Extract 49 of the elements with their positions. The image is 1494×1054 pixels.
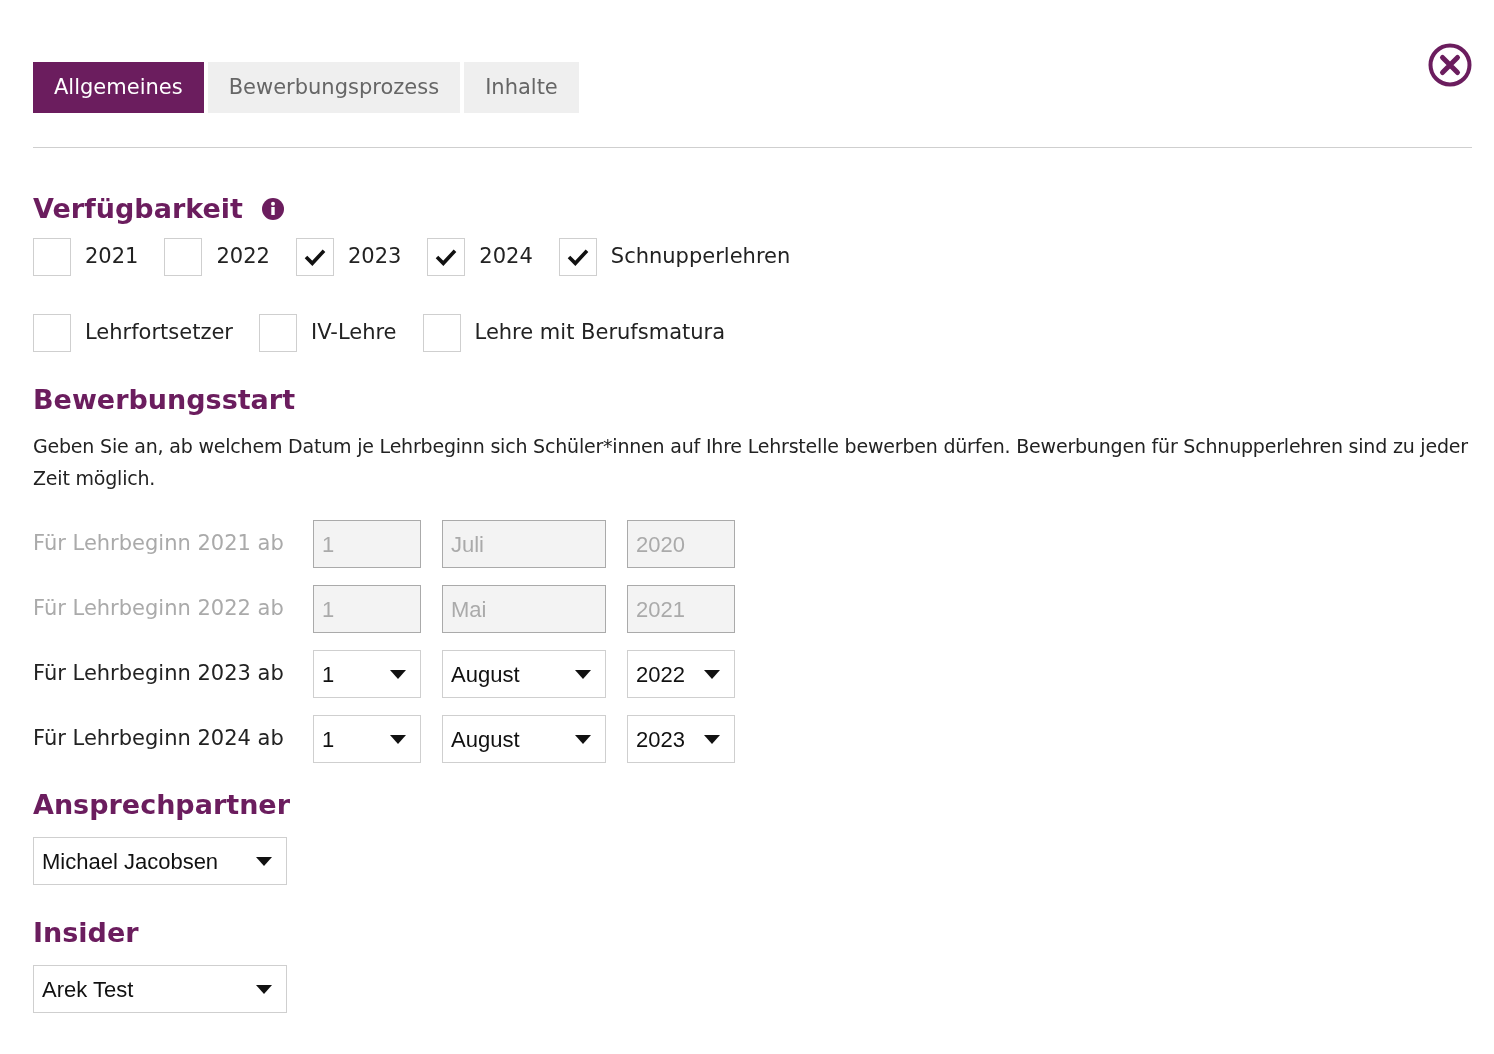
checkbox[interactable] — [33, 314, 71, 352]
tab[interactable]: Bewerbungsprozess — [207, 62, 461, 113]
day-dropdown[interactable]: 1 — [313, 715, 421, 763]
checkbox-label: 2024 — [479, 243, 533, 271]
day-dropdown[interactable]: 1 — [313, 650, 421, 698]
checkbox[interactable] — [164, 238, 203, 276]
caret-icon — [704, 734, 720, 744]
insider-dropdown[interactable]: Arek Test — [33, 965, 287, 1013]
checkbox-label: Lehre mit Berufsmatura — [474, 319, 726, 347]
checkbox-label: 2022 — [216, 243, 270, 271]
tab[interactable]: Allgemeines — [33, 62, 204, 113]
year-dropdown[interactable]: 2023 — [627, 715, 735, 763]
checkbox[interactable] — [558, 238, 597, 276]
close-button[interactable] — [1428, 43, 1472, 87]
checkbox-label: Schnupperlehren — [610, 243, 791, 271]
section-heading: Verfügbarkeit — [33, 192, 243, 226]
caret-icon — [575, 669, 591, 679]
section-heading: Insider — [33, 916, 140, 950]
checkbox[interactable] — [295, 238, 334, 276]
section-heading: Bewerbungsstart — [33, 383, 297, 417]
checkbox[interactable] — [33, 238, 71, 276]
caret-icon — [256, 856, 272, 866]
checkbox-label: Lehrfortsetzer — [85, 319, 233, 347]
year-dropdown[interactable]: 2022 — [627, 650, 735, 698]
description-text: Geben Sie an, ab welchem Datum je Lehrbeginn sich Schüler*innen auf Ihre Lehrstelle bewerben dürfen. Bewerbungen für Schnupperlehren sind zu jeder Zeit möglich. — [33, 434, 1469, 491]
month-dropdown[interactable]: August — [442, 715, 606, 763]
caret-icon — [575, 734, 591, 744]
checkmark-icon — [303, 248, 326, 266]
checkbox[interactable] — [427, 238, 466, 276]
checkmark-icon — [435, 248, 458, 266]
checkbox[interactable] — [259, 314, 297, 352]
checkmark-icon — [566, 248, 589, 266]
month-dropdown[interactable]: August — [442, 650, 606, 698]
row-label: Für Lehrbeginn 2022 ab — [33, 595, 285, 623]
info-icon — [260, 197, 285, 221]
checkbox-label: 2023 — [347, 243, 402, 271]
row-label: Für Lehrbeginn 2024 ab — [33, 725, 285, 753]
checkbox[interactable] — [422, 314, 461, 352]
caret-icon — [390, 734, 406, 744]
checkbox-label: 2021 — [85, 243, 139, 271]
caret-icon — [704, 669, 720, 679]
contact-dropdown[interactable]: Michael Jacobsen — [33, 837, 287, 885]
caret-icon — [390, 669, 406, 679]
row-label: Für Lehrbeginn 2021 ab — [33, 530, 285, 558]
tab[interactable]: Inhalte — [464, 62, 579, 113]
caret-icon — [256, 984, 272, 994]
row-label: Für Lehrbeginn 2023 ab — [33, 660, 285, 688]
checkbox-label: IV-Lehre — [311, 319, 397, 347]
section-heading: Ansprechpartner — [33, 788, 291, 822]
